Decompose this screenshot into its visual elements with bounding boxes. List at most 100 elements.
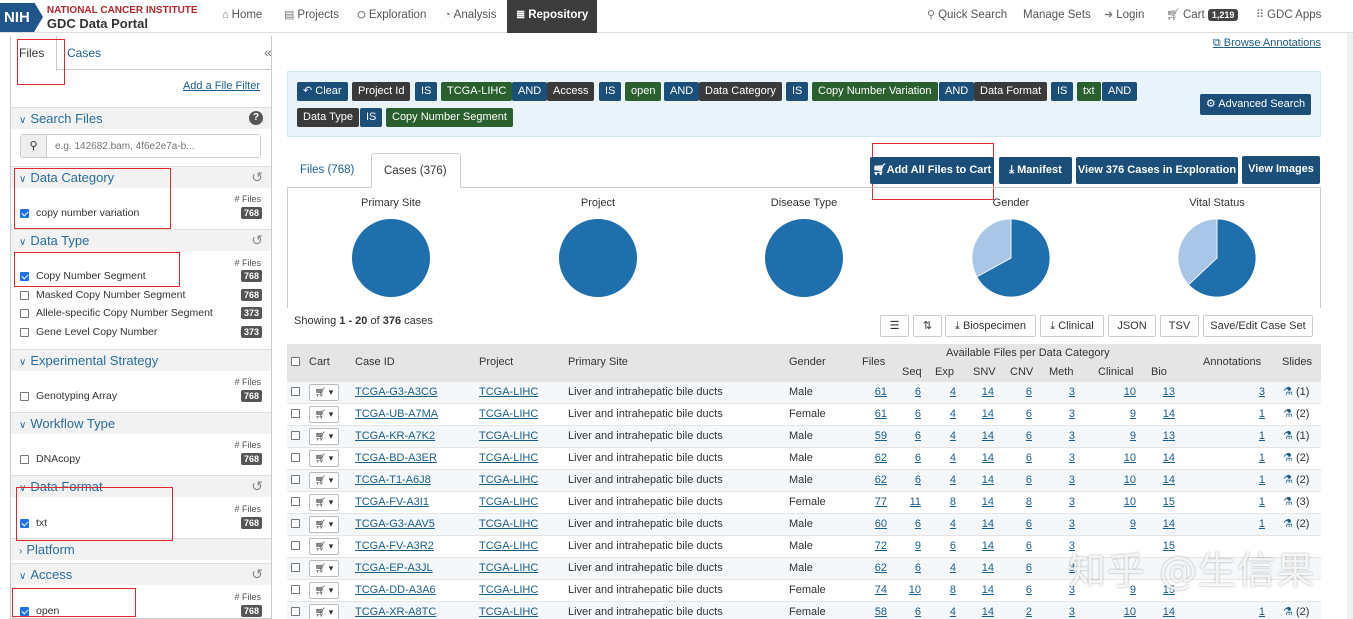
seq-count[interactable]: 11 xyxy=(897,492,921,514)
snv-count[interactable]: 14 xyxy=(970,536,994,558)
slides-link[interactable]: ⚗ (3) xyxy=(1283,492,1309,514)
gdc-apps-button[interactable]: ⠿ GDC Apps xyxy=(1256,0,1321,33)
platform-header[interactable]: › Platform xyxy=(11,538,271,560)
query-pill[interactable]: open xyxy=(625,82,662,101)
experimental-strategy-header[interactable]: ∨ Experimental Strategy xyxy=(11,349,271,371)
clinical-count[interactable]: 9 xyxy=(1105,514,1136,536)
checkbox[interactable] xyxy=(20,327,29,337)
clinical-count[interactable]: 10 xyxy=(1105,492,1136,514)
cnv-count[interactable]: 6 xyxy=(1008,514,1032,536)
case-id-link[interactable]: TCGA-XR-A8TC xyxy=(355,602,436,619)
clinical-download-button[interactable]: ⤓ Clinical xyxy=(1040,315,1104,337)
snv-count[interactable]: 14 xyxy=(970,492,994,514)
pie-slice[interactable] xyxy=(352,219,430,297)
sort-files[interactable]: Files xyxy=(862,356,885,368)
cart-dropdown[interactable]: 🛒︎ ▾ xyxy=(309,450,339,467)
clinical-count[interactable]: 9 xyxy=(1105,426,1136,448)
bio-count[interactable]: 14 xyxy=(1146,448,1175,470)
pie-slice[interactable] xyxy=(559,219,637,297)
snv-count[interactable]: 14 xyxy=(970,580,994,602)
exp-count[interactable]: 8 xyxy=(932,492,956,514)
cnv-count[interactable]: 6 xyxy=(1008,470,1032,492)
manage-sets-button[interactable]: Manage Sets xyxy=(1023,0,1091,33)
exp-count[interactable]: 4 xyxy=(932,448,956,470)
row-checkbox[interactable] xyxy=(291,431,300,440)
project-link[interactable]: TCGA-LIHC xyxy=(479,470,538,492)
clinical-count[interactable]: 10 xyxy=(1105,382,1136,404)
exp-count[interactable]: 4 xyxy=(932,514,956,536)
project-link[interactable]: TCGA-LIHC xyxy=(479,426,538,448)
meth-count[interactable]: 3 xyxy=(1051,514,1075,536)
select-all-checkbox[interactable] xyxy=(291,357,300,366)
access-header[interactable]: ∨ Access ↺ xyxy=(11,563,271,585)
bio-count[interactable]: 14 xyxy=(1146,404,1175,426)
snv-count[interactable]: 14 xyxy=(970,558,994,580)
files-count[interactable]: 74 xyxy=(858,580,887,602)
bio-count[interactable]: 13 xyxy=(1146,382,1175,404)
row-checkbox[interactable] xyxy=(291,563,300,572)
search-files-input[interactable] xyxy=(47,135,260,157)
seq-count[interactable]: 9 xyxy=(897,536,921,558)
cart-dropdown[interactable]: 🛒︎ ▾ xyxy=(309,604,339,619)
annotations-count[interactable]: 1 xyxy=(1242,448,1265,470)
row-checkbox[interactable] xyxy=(291,497,300,506)
meth-count[interactable]: 3 xyxy=(1051,602,1075,619)
reset-icon[interactable]: ↺ xyxy=(251,230,263,251)
help-icon[interactable]: ? xyxy=(249,111,263,125)
nav-analysis[interactable]: ◔ Analysis xyxy=(444,0,496,33)
cnv-count[interactable]: 8 xyxy=(1008,492,1032,514)
annotations-count[interactable] xyxy=(1242,536,1265,558)
json-export-button[interactable]: JSON xyxy=(1108,315,1156,337)
clinical-count[interactable]: 9 xyxy=(1105,404,1136,426)
facet-item-open[interactable]: open 768 xyxy=(20,602,262,618)
annotations-count[interactable] xyxy=(1242,558,1265,580)
cart-dropdown[interactable]: 🛒︎ ▾ xyxy=(309,472,339,489)
annotations-count[interactable]: 3 xyxy=(1242,382,1265,404)
snv-count[interactable]: 14 xyxy=(970,448,994,470)
query-pill[interactable]: Project Id xyxy=(352,82,411,101)
tsv-export-button[interactable]: TSV xyxy=(1160,315,1199,337)
annotations-count[interactable]: 1 xyxy=(1242,404,1265,426)
add-file-filter-link[interactable]: Add a File Filter xyxy=(183,80,260,92)
bio-count[interactable]: 15 xyxy=(1146,492,1175,514)
project-link[interactable]: TCGA-LIHC xyxy=(479,492,538,514)
query-pill[interactable]: Copy Number Segment xyxy=(386,108,513,127)
seq-count[interactable]: 6 xyxy=(897,404,921,426)
files-count[interactable]: 58 xyxy=(858,602,887,619)
seq-count[interactable]: 6 xyxy=(897,514,921,536)
snv-count[interactable]: 14 xyxy=(970,426,994,448)
case-id-link[interactable]: TCGA-G3-A3CG xyxy=(355,382,438,404)
slides-link[interactable]: ⚗ (1) xyxy=(1283,426,1309,448)
row-checkbox[interactable] xyxy=(291,541,300,550)
reset-icon[interactable]: ↺ xyxy=(251,564,263,585)
bio-count[interactable]: 14 xyxy=(1146,514,1175,536)
files-count[interactable]: 60 xyxy=(858,514,887,536)
cart-dropdown[interactable]: 🛒︎ ▾ xyxy=(309,538,339,555)
sort-button[interactable]: ⇅ xyxy=(913,315,942,337)
files-count[interactable]: 59 xyxy=(858,426,887,448)
manifest-button[interactable]: ⤓ Manifest xyxy=(999,157,1072,184)
checkbox[interactable] xyxy=(20,518,29,528)
facet-item-txt[interactable]: txt 768 xyxy=(20,514,262,532)
seq-count[interactable]: 10 xyxy=(897,580,921,602)
facet-item-allele-specific-copy-number-segment[interactable]: Allele-specific Copy Number Segment 373 xyxy=(20,304,262,322)
sort-gender[interactable]: Gender xyxy=(789,356,826,368)
exp-count[interactable]: 6 xyxy=(932,536,956,558)
cnv-count[interactable]: 6 xyxy=(1008,404,1032,426)
cart-dropdown[interactable]: 🛒︎ ▾ xyxy=(309,384,339,401)
project-link[interactable]: TCGA-LIHC xyxy=(479,404,538,426)
seq-count[interactable]: 6 xyxy=(897,448,921,470)
seq-count[interactable]: 6 xyxy=(897,558,921,580)
checkbox[interactable] xyxy=(20,606,29,616)
snv-count[interactable]: 14 xyxy=(970,470,994,492)
clinical-count[interactable]: 10 xyxy=(1105,602,1136,619)
meth-count[interactable]: 3 xyxy=(1051,448,1075,470)
search-files-header[interactable]: ∨ Search Files xyxy=(11,107,271,129)
view-cases-in-exploration-button[interactable]: View 376 Cases in Exploration xyxy=(1076,157,1238,184)
cnv-count[interactable]: 6 xyxy=(1008,558,1032,580)
slides-link[interactable]: ⚗ (1) xyxy=(1283,382,1309,404)
case-id-link[interactable]: TCGA-KR-A7K2 xyxy=(355,426,435,448)
slides-link[interactable]: ⚗ (2) xyxy=(1283,470,1309,492)
sort-primary-site[interactable]: Primary Site xyxy=(568,356,628,368)
checkbox[interactable] xyxy=(20,208,29,218)
